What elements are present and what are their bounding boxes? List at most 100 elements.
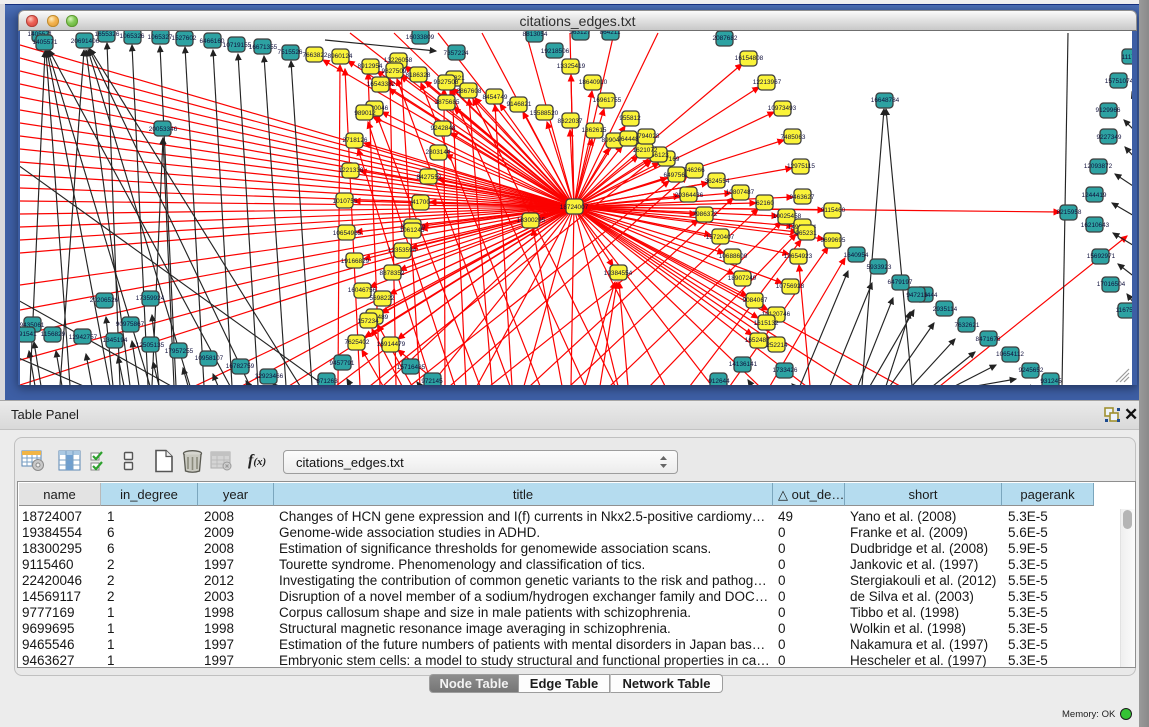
svg-text:1010755: 1010755 [333,198,358,205]
svg-text:14136141: 14136141 [729,361,758,368]
svg-text:2935114: 2935114 [933,306,958,313]
svg-text:12213967: 12213967 [753,79,782,86]
svg-text:955812: 955812 [619,115,641,122]
svg-text:19218506: 19218506 [541,48,570,55]
svg-text:9463627: 9463627 [790,194,815,201]
svg-text:10973493: 10973493 [768,105,797,112]
svg-text:2803144: 2803144 [426,149,451,156]
svg-text:20691406: 20691406 [71,38,100,45]
svg-text:17016504: 17016504 [1097,281,1126,288]
svg-text:15692971: 15692971 [1087,253,1116,260]
svg-text:7515526: 7515526 [278,49,303,56]
svg-text:1655326: 1655326 [95,31,120,38]
svg-text:2867608: 2867608 [457,88,482,95]
svg-text:62160: 62160 [756,200,774,207]
svg-text:7632621: 7632621 [955,322,980,329]
svg-text:8186328: 8186328 [406,72,431,79]
svg-text:6466160: 6466160 [200,38,225,45]
svg-text:7663822: 7663822 [303,52,328,59]
svg-text:10654965: 10654965 [333,230,362,237]
svg-text:8215958: 8215958 [1057,209,1082,216]
svg-text:116753: 116753 [1116,307,1132,314]
svg-text:947213: 947213 [906,292,928,299]
svg-text:6479197: 6479197 [888,279,913,286]
svg-text:16210643: 16210643 [1081,222,1110,229]
svg-text:991541: 991541 [20,331,37,338]
svg-text:965231: 965231 [795,230,817,237]
svg-text:1621072: 1621072 [633,147,658,154]
svg-text:1405571: 1405571 [33,39,58,46]
svg-text:1221338: 1221338 [339,167,364,174]
svg-text:19384554: 19384554 [604,270,633,277]
svg-text:16961755: 16961755 [593,97,622,104]
svg-text:12923466: 12923466 [255,373,284,380]
svg-text:18907249: 18907249 [728,275,757,282]
svg-text:7485063: 7485063 [781,134,806,141]
svg-text:9457791: 9457791 [330,360,355,367]
svg-text:864211: 864211 [600,31,621,36]
svg-text:16648784: 16648784 [871,97,900,104]
svg-text:7986372: 7986372 [693,211,718,218]
svg-text:9129966: 9129966 [1096,107,1121,114]
svg-text:16782759: 16782759 [226,363,255,370]
svg-text:15751074: 15751074 [1105,78,1132,85]
svg-text:15716485: 15716485 [397,364,426,371]
svg-text:8427552: 8427552 [417,174,442,181]
svg-text:11173: 11173 [1122,54,1132,61]
svg-text:10807487: 10807487 [726,189,755,196]
svg-text:9327508: 9327508 [434,79,459,86]
svg-text:2718126: 2718126 [343,137,368,144]
svg-text:12505135: 12505135 [136,342,165,349]
svg-text:16046756: 16046756 [348,287,377,294]
svg-text:8912954: 8912954 [358,63,383,70]
svg-text:10719155: 10719155 [223,42,252,49]
svg-text:931245: 931245 [1040,378,1062,385]
svg-text:10756928: 10756928 [776,283,805,290]
svg-text:1061245: 1061245 [400,227,425,234]
svg-text:18724007: 18724007 [560,204,589,211]
svg-text:41700: 41700 [412,199,430,206]
svg-text:157234: 157234 [357,318,379,325]
svg-text:20364436: 20364436 [675,192,704,199]
svg-text:8813054: 8813054 [523,31,548,38]
svg-text:1640954: 1640954 [844,252,869,259]
svg-text:964448: 964448 [617,136,639,143]
svg-text:19654923: 19654923 [784,253,813,260]
svg-text:5933923: 5933923 [867,264,892,271]
svg-text:12975115: 12975115 [787,163,815,170]
svg-text:1345194: 1345194 [103,337,128,344]
svg-text:10654112: 10654112 [996,351,1024,358]
svg-text:1733426: 1733426 [773,367,798,374]
svg-text:18640910: 18640910 [579,79,608,86]
svg-text:8322037: 8322037 [558,118,583,125]
svg-text:90975867: 90975867 [116,321,145,328]
svg-text:9115460: 9115460 [821,207,846,214]
svg-text:17359924: 17359924 [136,295,165,302]
svg-text:963127: 963127 [569,31,591,36]
svg-text:912644: 912644 [708,378,730,385]
svg-text:15588520: 15588520 [530,110,559,117]
svg-text:9245652: 9245652 [1019,367,1044,374]
svg-text:8471676: 8471676 [976,336,1001,343]
svg-text:252214: 252214 [766,342,788,349]
svg-text:972145: 972145 [421,378,443,385]
svg-text:10688609: 10688609 [719,253,748,260]
svg-text:989012: 989012 [354,110,376,117]
svg-text:9242848: 9242848 [431,125,456,132]
svg-text:1362615: 1362615 [582,127,607,134]
svg-text:1065327: 1065327 [148,34,173,41]
svg-text:16914479: 16914479 [377,341,406,348]
svg-text:20206526: 20206526 [90,297,119,304]
svg-text:19166829: 19166829 [341,258,370,265]
svg-text:8960124: 8960124 [328,53,353,60]
svg-text:9227349: 9227349 [1097,134,1122,141]
svg-text:7625402: 7625402 [345,339,370,346]
svg-text:8454749: 8454749 [483,94,508,101]
svg-text:9146821: 9146821 [507,101,532,108]
svg-text:10958107: 10958107 [195,355,224,362]
svg-text:1527602: 1527602 [172,35,197,42]
svg-text:16033809: 16033809 [406,34,435,41]
svg-text:16154808: 16154808 [735,55,764,62]
svg-text:9699695: 9699695 [821,237,846,244]
svg-text:1244419: 1244419 [1082,192,1107,199]
